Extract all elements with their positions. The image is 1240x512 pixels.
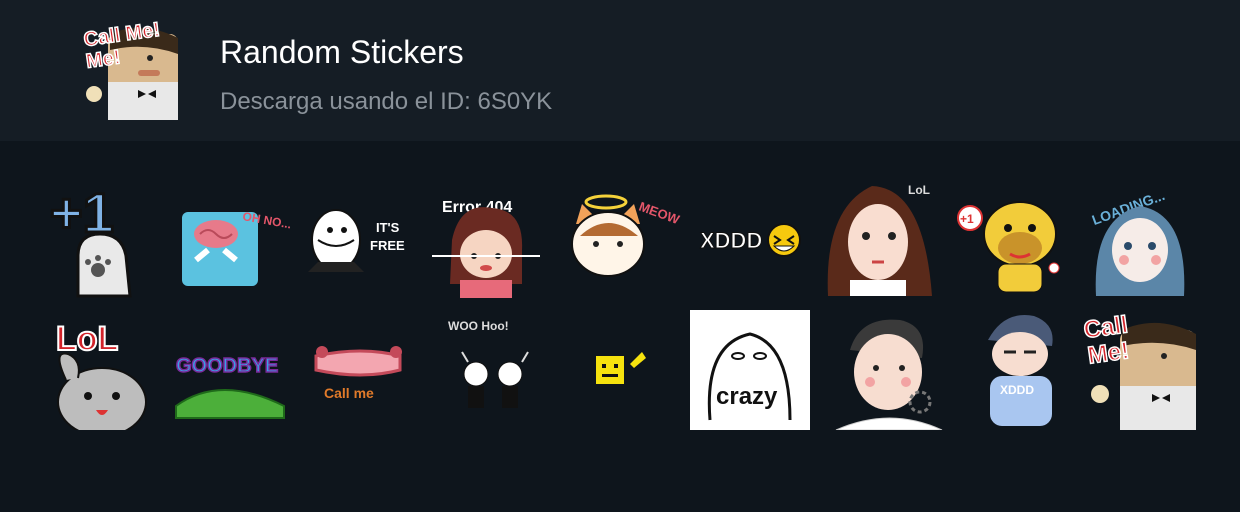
sticker-brain-oh-no[interactable]: OH NO...: [174, 190, 294, 310]
sticker-error-404-girl[interactable]: Error 404: [430, 180, 550, 300]
sticker-call-me-man[interactable]: Call Me!: [1080, 310, 1200, 430]
svg-text:XDDD: XDDD: [700, 228, 762, 253]
sticker-xddd-laugh[interactable]: XDDD: [690, 180, 810, 300]
svg-text:crazy: crazy: [716, 383, 778, 410]
pack-header: Call Me! Me! Random Stickers Descarga us…: [0, 0, 1240, 141]
svg-text:WOO Hoo!: WOO Hoo!: [448, 319, 509, 333]
svg-text:Call me: Call me: [324, 385, 374, 401]
sticker-loading-girl[interactable]: LOADING...: [1084, 178, 1204, 298]
svg-text:LoL: LoL: [56, 320, 118, 358]
svg-text:Me!: Me!: [1086, 337, 1131, 369]
svg-text:MEOW: MEOW: [637, 199, 682, 228]
sticker-crazy-ghost[interactable]: crazy: [690, 310, 810, 430]
svg-text:+1: +1: [960, 212, 974, 226]
sticker-pixel-smiley[interactable]: [570, 310, 690, 430]
sticker-call-me-phone[interactable]: Call me: [302, 316, 422, 436]
sticker-plus-one-dog[interactable]: +1: [954, 178, 1074, 298]
svg-text:XDDD: XDDD: [1000, 383, 1034, 397]
pack-id-subtitle: Descarga usando el ID: 6S0YK: [220, 88, 553, 115]
pack-title: Random Stickers: [220, 34, 464, 70]
sticker-goodbye-hill[interactable]: GOODBYE: [170, 314, 290, 434]
sticker-lol-girl[interactable]: LoL: [820, 178, 940, 298]
svg-text:GOODBYE: GOODBYE: [176, 355, 278, 377]
sticker-its-free[interactable]: IT'S FREE: [304, 178, 424, 298]
sticker-boy-loading[interactable]: [830, 310, 950, 430]
sticker-woo-hoo-kids[interactable]: WOO Hoo!: [432, 312, 552, 432]
svg-text:FREE: FREE: [370, 238, 405, 253]
sticker-plus-one-ghost[interactable]: +1: [42, 178, 162, 298]
pack-icon: Call Me! Me!: [80, 18, 180, 120]
sticker-angel-cat-meow[interactable]: MEOW: [562, 180, 682, 300]
sticker-lol-bunny[interactable]: LoL: [42, 310, 162, 430]
svg-text:IT'S: IT'S: [376, 220, 400, 235]
svg-text:LoL: LoL: [908, 183, 930, 197]
sticker-xddd-boy[interactable]: XDDD: [964, 310, 1084, 430]
